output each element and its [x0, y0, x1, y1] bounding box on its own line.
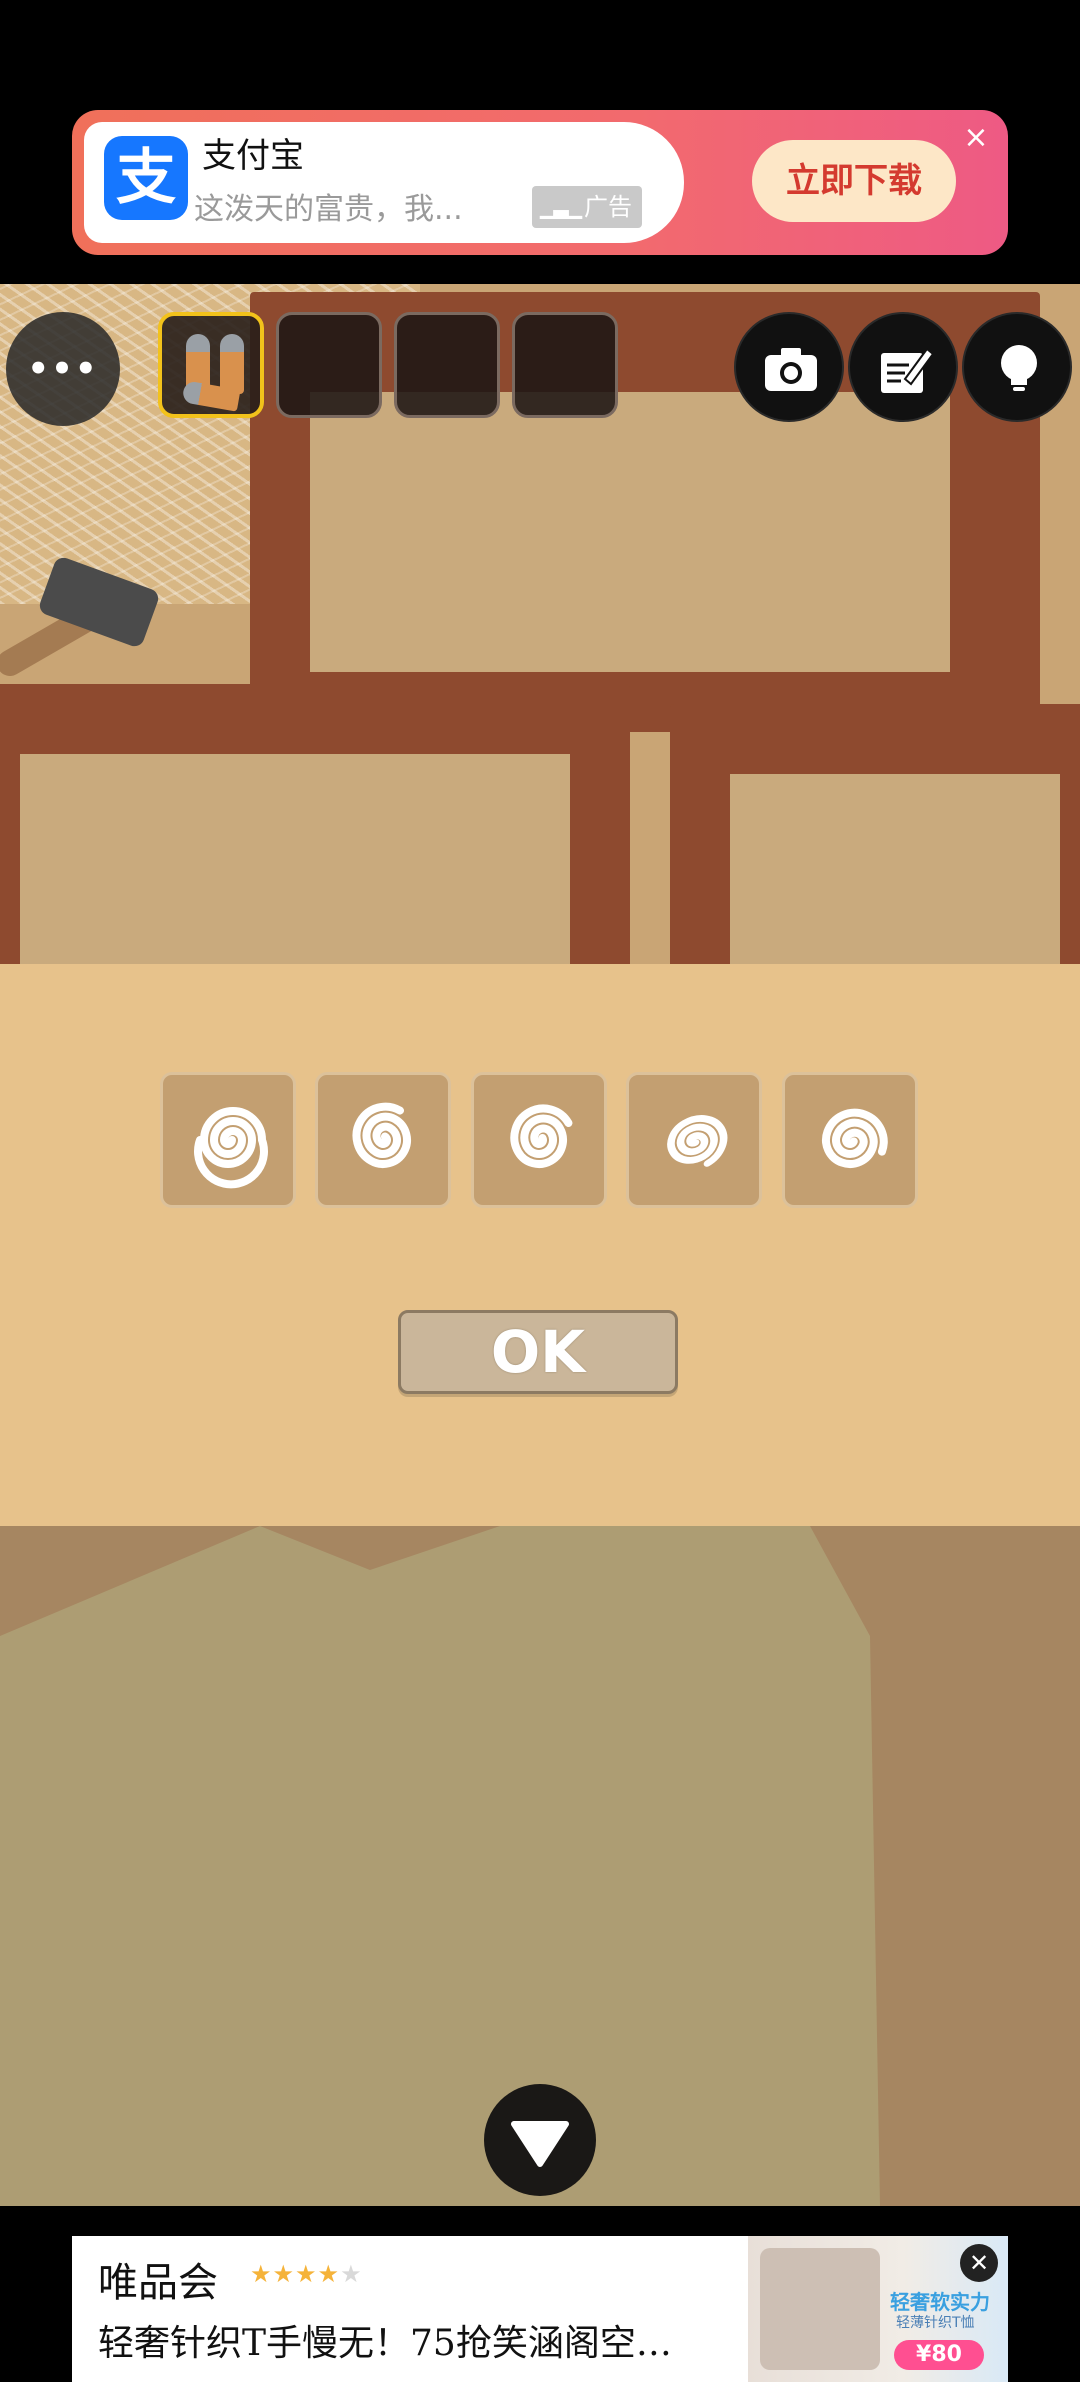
- spiral-tile-4[interactable]: [626, 1072, 762, 1208]
- ad-logo-icon: ▁▃▁: [540, 195, 582, 219]
- ad-label-badge: ▁▃▁ 广告: [532, 186, 642, 228]
- spiral-tile-1[interactable]: [160, 1072, 296, 1208]
- ad-brand-name: 唯品会: [98, 2260, 218, 2306]
- thumb-price-badge: ¥80: [894, 2340, 984, 2370]
- floor-surface: [0, 1526, 880, 2206]
- ok-button[interactable]: OK: [398, 1310, 678, 1394]
- spiral-icon: [194, 1107, 268, 1189]
- menu-button[interactable]: •••: [6, 312, 120, 426]
- ad-headline: 轻奢针织T手慢无！75抢笑涵阁空…: [98, 2323, 672, 2364]
- spiral-tile-5[interactable]: [782, 1072, 918, 1208]
- spiral-icon: [822, 1108, 888, 1168]
- triangle-down-icon: [511, 2121, 569, 2167]
- navigate-down-button[interactable]: [484, 2084, 596, 2196]
- spiral-tile-2[interactable]: [315, 1072, 451, 1208]
- star-icon: ★: [317, 2260, 341, 2288]
- top-ad-banner[interactable]: 支 支付宝 这泼天的富贵，我... ▁▃▁ 广告 立即下载 ×: [72, 110, 1008, 255]
- star-empty-icon: ★: [340, 2260, 363, 2288]
- star-icon: ★: [250, 2260, 273, 2288]
- product-image: [760, 2248, 880, 2370]
- ad-description: 这泼天的富贵，我...: [194, 192, 463, 227]
- spiral-puzzle-panel: OK: [0, 964, 1080, 1526]
- star-icon: ★: [295, 2260, 318, 2288]
- star-icon: ★: [272, 2260, 296, 2288]
- ad-close-icon[interactable]: ×: [956, 118, 996, 158]
- inventory-slot-2[interactable]: [276, 312, 382, 418]
- bottom-ad-banner[interactable]: 唯品会 ★★★★★ 轻奢针织T手慢无！75抢笑涵阁空… 轻奢软实力 轻薄针织T恤…: [72, 2236, 1008, 2382]
- spiral-icon: [667, 1115, 728, 1167]
- thumb-promo-text: 轻奢软实力: [890, 2290, 990, 2314]
- inventory-slot-3[interactable]: [394, 312, 500, 418]
- ad-app-name: 支付宝: [202, 136, 304, 176]
- camera-icon: [765, 348, 817, 391]
- hint-lightbulb-icon: [1001, 345, 1037, 391]
- rating-stars: ★★★★★: [250, 2260, 363, 2288]
- hint-button[interactable]: [962, 312, 1072, 422]
- crate-left[interactable]: [0, 684, 630, 964]
- spiral-tile-3[interactable]: [471, 1072, 607, 1208]
- thumb-promo-subtext: 轻薄针织T恤: [896, 2315, 975, 2331]
- bullets-icon: [176, 328, 256, 412]
- notepad-button[interactable]: [848, 312, 958, 422]
- spiral-icon: [510, 1104, 573, 1168]
- notepad-icon: [881, 347, 935, 393]
- camera-button[interactable]: [734, 312, 844, 422]
- download-now-button[interactable]: 立即下载: [752, 140, 956, 222]
- alipay-app-icon: 支: [104, 136, 188, 220]
- ad-label-text: 广告: [584, 193, 632, 221]
- spiral-icon: [352, 1102, 411, 1168]
- ad-close-button[interactable]: ✕: [960, 2244, 998, 2282]
- inventory-slot-1[interactable]: [158, 312, 264, 418]
- crate-right[interactable]: [670, 704, 1080, 964]
- inventory-slot-4[interactable]: [512, 312, 618, 418]
